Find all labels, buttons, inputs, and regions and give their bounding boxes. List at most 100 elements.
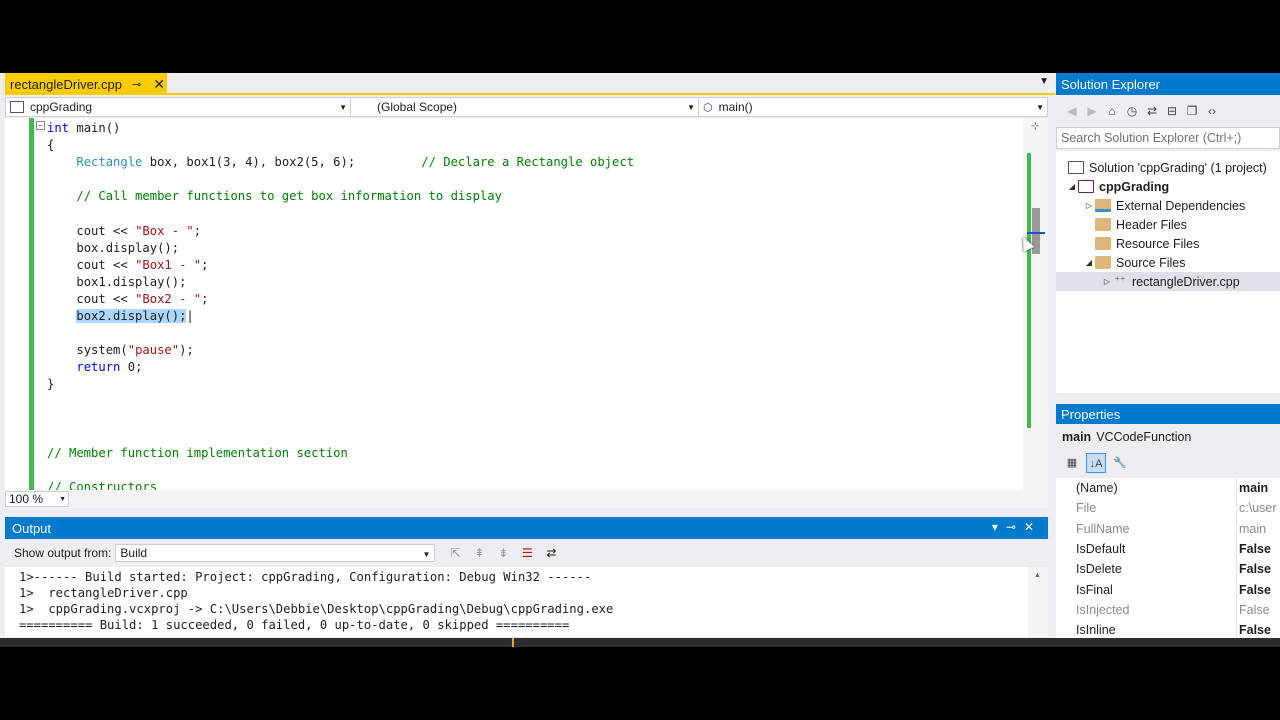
collapse-all-icon[interactable]: ⊟ [1162,104,1182,118]
tree-item-rectangle-driver[interactable]: ▷ ⁺⁺ rectangleDriver.cpp [1056,272,1280,291]
folder-icon [1095,256,1111,269]
tree-item-solution[interactable]: Solution 'cppGrading' (1 project) [1056,158,1280,177]
chevron-down-icon[interactable]: ▼ [1039,76,1049,87]
property-value: False [1239,602,1270,617]
output-source-dropdown[interactable]: Build ▼ [115,544,436,562]
tree-item-label: rectangleDriver.cpp [1132,274,1240,289]
tree-item-project[interactable]: ◢ cppGrading [1056,177,1280,196]
tree-item-label: Resource Files [1116,236,1200,251]
solution-search-input[interactable]: Search Solution Explorer (Ctrl+;) [1056,127,1280,149]
member-dropdown[interactable]: ⬡ main() ▼ [699,98,1047,116]
output-vertical-scrollbar[interactable]: ▲ [1028,567,1048,637]
project-icon [10,101,24,113]
split-icon[interactable]: ⊹ [1031,121,1039,132]
property-row[interactable]: IsDelete False [1056,559,1280,579]
tree-item-label: cppGrading [1099,179,1170,194]
project-dropdown-value: cppGrading [30,100,93,114]
output-text-area[interactable]: 1>------ Build started: Project: cppGrad… [5,567,1048,637]
tab-rectangle-driver[interactable]: rectangleDriver.cpp ⊸ ✕ [5,73,167,95]
tree-item-header-files[interactable]: Header Files [1056,215,1280,234]
status-marker [512,638,514,647]
forward-icon[interactable]: ▶ [1082,104,1102,118]
object-type: VCCodeFunction [1096,430,1192,444]
close-icon[interactable]: ✕ [153,76,165,93]
property-value: main [1239,481,1269,496]
solution-explorer-header: Solution Explorer [1056,73,1280,95]
code-line: cout << "Box - "; [76,223,202,238]
code-line: Rectangle box, box1(3, 4), box2(5, 6); /… [76,155,635,170]
property-pages-icon[interactable]: 🔧 [1110,453,1130,473]
pin-icon[interactable]: ⊸ [1006,520,1024,534]
property-row[interactable]: FullName main [1056,519,1280,539]
output-toolbar: Show output from: Build ▼ ⇱ ⇞ ⇟ ☰ ⇄ [5,539,1048,567]
expanded-triangle-icon[interactable]: ◢ [1066,182,1078,191]
output-line: 1>------ Build started: Project: cppGrad… [19,570,592,584]
property-row[interactable]: IsInjected False [1056,600,1280,620]
pin-icon[interactable]: ⊸ [132,78,141,91]
close-icon[interactable]: ✕ [1024,520,1042,534]
code-editor[interactable]: − int main() { Rectangle box, box1(3, 4)… [5,118,1048,490]
project-dropdown[interactable]: cppGrading ▼ [6,98,351,116]
collapse-toggle-icon[interactable]: − [36,121,45,130]
collapsed-triangle-icon[interactable]: ▷ [1101,277,1113,286]
previous-message-icon[interactable]: ⇞ [469,546,489,560]
zoom-dropdown[interactable]: 100 % ▼ [5,491,69,507]
chevron-down-icon[interactable]: ▾ [992,520,1006,534]
editor-vertical-scrollbar[interactable]: ⊹ [1023,118,1048,490]
pending-changes-icon[interactable]: ◷ [1122,104,1142,118]
expanded-triangle-icon[interactable]: ◢ [1083,258,1095,267]
output-line: 1> rectangleDriver.cpp [19,586,188,600]
method-icon: ⬡ [703,101,713,114]
tree-item-external-dependencies[interactable]: ▷ External Dependencies [1056,196,1280,215]
code-line: // Constructors [47,479,158,490]
alphabetical-icon[interactable]: ↓A [1086,453,1106,473]
property-row[interactable]: IsFinal False [1056,580,1280,600]
property-value: False [1239,562,1271,577]
tree-item-source-files[interactable]: ◢ Source Files [1056,253,1280,272]
find-message-icon[interactable]: ⇱ [445,546,465,560]
scroll-up-icon[interactable]: ▲ [1034,572,1041,579]
code-line: system("pause"); [76,343,194,358]
code-line: // Call member functions to get box info… [76,189,502,204]
status-strip [0,638,1280,647]
tree-item-label: Header Files [1116,217,1187,232]
solution-icon [1068,161,1084,174]
properties-grid: (Name) main File c:\user FullName main I… [1056,478,1280,647]
member-dropdown-value: main() [718,100,753,114]
solution-explorer-title: Solution Explorer [1061,76,1160,92]
output-panel-header: Output ▾⊸✕ [5,517,1048,539]
panel-controls: ▾⊸✕ [992,520,1042,534]
property-row[interactable]: (Name) main [1056,478,1280,498]
chevron-down-icon: ▼ [422,550,431,559]
home-icon[interactable]: ⌂ [1102,104,1122,118]
tree-item-resource-files[interactable]: Resource Files [1056,234,1280,253]
solution-explorer-toolbar: ◀ ▶ ⌂ ◷ ⇄ ⊟ ❐ ‹› [1056,97,1280,125]
property-row[interactable]: IsDefault False [1056,539,1280,559]
output-log: 1>------ Build started: Project: cppGrad… [19,569,613,633]
property-value: False [1239,582,1271,597]
collapsed-triangle-icon[interactable]: ▷ [1083,201,1095,210]
sync-icon[interactable]: ⇄ [1142,104,1162,118]
property-row[interactable]: File c:\user [1056,498,1280,518]
property-key: IsInjected [1076,602,1130,617]
output-line: 1> cppGrading.vcxproj -> C:\Users\Debbie… [19,602,614,616]
clear-all-icon[interactable]: ☰ [517,546,537,560]
categorized-icon[interactable]: ▦ [1062,453,1082,473]
code-text[interactable]: int main() { Rectangle box, box1(3, 4), … [47,120,634,490]
chevron-down-icon: ▼ [339,103,347,112]
word-wrap-icon[interactable]: ⇄ [541,546,561,560]
back-icon[interactable]: ◀ [1062,104,1082,118]
properties-object-selector[interactable]: main VCCodeFunction [1056,426,1280,448]
property-key: FullName [1076,521,1130,536]
code-line: int main() [47,121,121,135]
selection-highlight: box2.display(); [76,309,187,324]
chevron-down-icon: ▼ [687,103,695,112]
next-message-icon[interactable]: ⇟ [493,546,513,560]
view-code-icon[interactable]: ‹› [1202,104,1222,118]
cpp-file-icon: ⁺⁺ [1114,275,1126,287]
scope-dropdown[interactable]: (Global Scope) ▼ [351,98,699,116]
show-all-files-icon[interactable]: ❐ [1182,104,1202,118]
zoom-value: 100 % [9,492,44,506]
properties-header: Properties [1056,404,1280,424]
property-value: False [1239,623,1271,638]
